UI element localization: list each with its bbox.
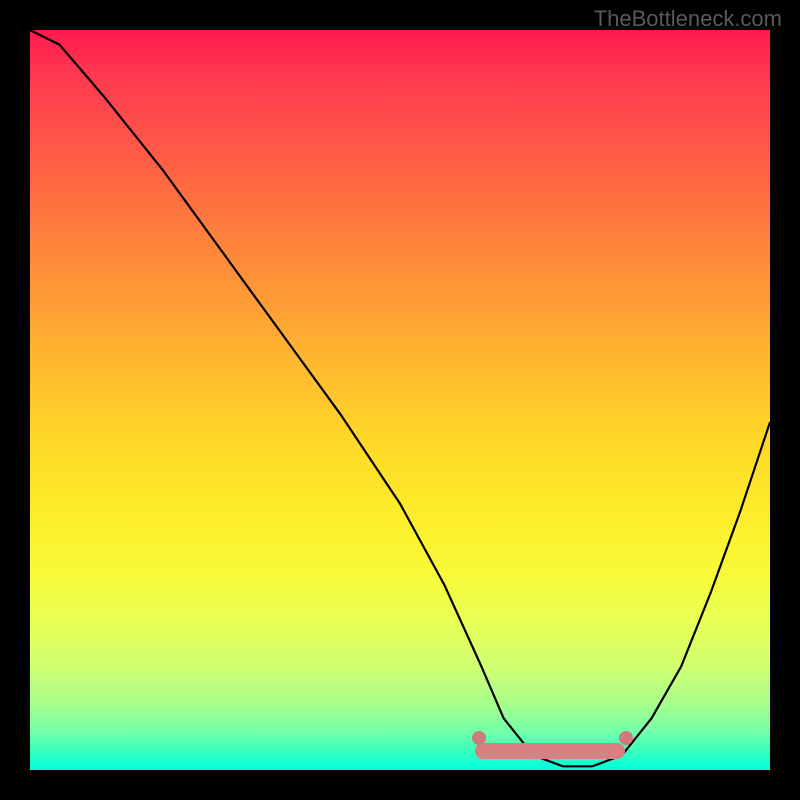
curve-path — [30, 30, 770, 766]
optimal-range-dot-left — [472, 731, 486, 745]
optimal-range-dot-right — [619, 731, 633, 745]
bottleneck-curve — [30, 30, 770, 770]
optimal-range-band — [475, 743, 625, 759]
plot-area — [30, 30, 770, 770]
watermark-text: TheBottleneck.com — [594, 6, 782, 32]
